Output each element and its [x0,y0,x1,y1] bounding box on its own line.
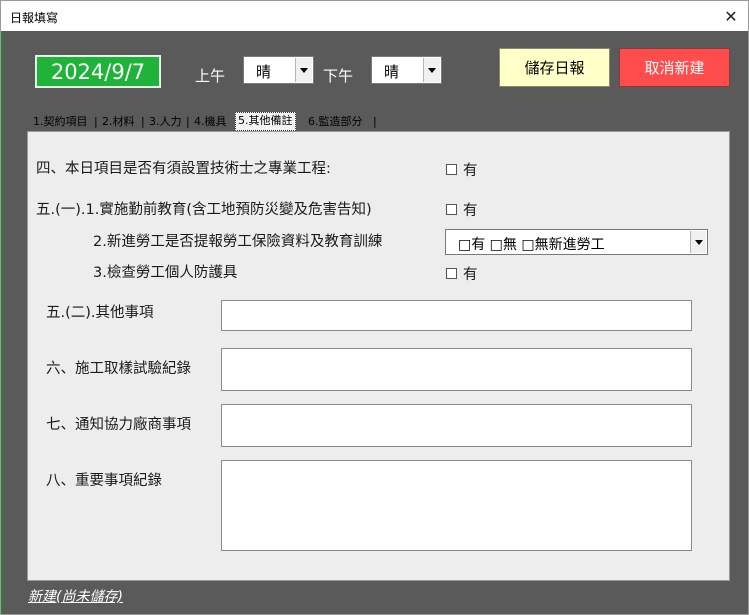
subcontractor-notice-input[interactable] [221,404,692,447]
chevron-down-icon[interactable] [423,58,440,82]
tab-separator: | [373,115,377,128]
item5-3-checkbox[interactable]: 有 [446,263,478,284]
tab-contract-items[interactable]: 1.契約項目 [33,114,88,131]
report-window: 日報填寫 ✕ 2024/9/7 上午 晴 下午 晴 儲存日報 取消新建 1.契約… [0,0,749,615]
close-button[interactable]: ✕ [714,1,748,31]
tab-supervision[interactable]: 6.監造部分 [308,114,363,131]
tab-separator: | [186,115,190,128]
tab-materials[interactable]: 2.材料 [102,114,135,131]
item5-2-label: 2.新進勞工是否提報勞工保險資料及教育訓練 [93,234,383,250]
tab-strip: 1.契約項目 | 2.材料 | 3.人力 | 4.機具 5.其他備註 6.監造部… [27,112,730,131]
tab-separator: | [94,115,98,128]
tab-other-notes[interactable]: 5.其他備註 [235,112,296,131]
title-bar: 日報填寫 ✕ [1,1,748,31]
item7-label: 七、通知協力廠商事項 [46,417,191,433]
new-worker-select[interactable]: □有 □無 □無新進勞工 [445,229,708,255]
afternoon-label: 下午 [323,67,354,85]
chevron-down-icon[interactable] [690,231,706,253]
item6-label: 六、施工取樣試驗紀錄 [46,361,191,377]
morning-weather-select[interactable]: 晴 [243,56,314,84]
item8-label: 八、重要事項紀錄 [46,473,162,489]
checkbox-icon[interactable] [446,268,457,279]
cancel-new-button[interactable]: 取消新建 [619,48,730,87]
left-strip [1,31,3,614]
status-text[interactable]: 新建(尚未儲存) [28,586,123,606]
chevron-down-icon[interactable] [295,58,312,82]
item5-3-check-label: 有 [463,267,478,283]
item4-label: 四、本日項目是否有須設置技術士之專業工程: [36,161,331,177]
item5-3-label: 3.檢查勞工個人防護具 [93,265,238,281]
afternoon-weather-select[interactable]: 晴 [371,56,442,84]
tab-manpower[interactable]: 3.人力 [149,114,182,131]
tab-machinery[interactable]: 4.機具 [194,114,227,131]
item4-check-label: 有 [463,163,478,179]
important-matters-input[interactable] [221,460,692,551]
sampling-test-input[interactable] [221,348,692,391]
item5-1-check-label: 有 [463,203,478,219]
tab-separator: | [141,115,145,128]
date-display: 2024/9/7 [35,55,161,88]
checkbox-icon[interactable] [446,204,457,215]
morning-weather-value: 晴 [256,63,272,81]
item5-1-label: 五.(一).1.實施勤前教育(含工地預防災變及危害告知) [36,202,372,218]
other-matters-input[interactable] [221,300,692,331]
new-worker-value: □有 □無 □無新進勞工 [458,237,605,253]
afternoon-weather-value: 晴 [384,63,400,81]
item4-checkbox[interactable]: 有 [446,159,478,180]
save-report-button[interactable]: 儲存日報 [499,48,610,87]
window-title: 日報填寫 [10,11,59,25]
checkbox-icon[interactable] [446,164,457,175]
item5b-label: 五.(二).其他事項 [46,305,154,321]
item5-1-checkbox[interactable]: 有 [446,199,478,220]
morning-label: 上午 [195,67,226,85]
